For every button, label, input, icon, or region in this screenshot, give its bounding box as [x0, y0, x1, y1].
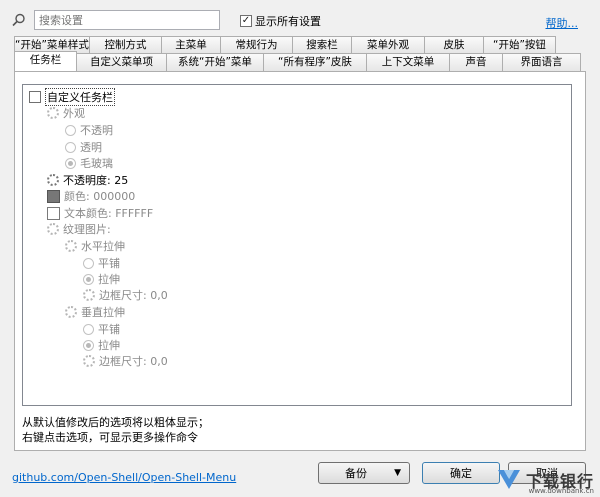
- backup-button[interactable]: 备份 ▼: [318, 462, 410, 484]
- tree-item-label: 不透明: [80, 124, 113, 137]
- gear-icon: [83, 355, 95, 367]
- tree-item-v-stretch-option[interactable]: 拉伸: [83, 337, 120, 353]
- tab-skin[interactable]: 皮肤: [424, 36, 484, 53]
- checkbox-unchecked-icon[interactable]: [29, 91, 41, 103]
- tab-customize-menu[interactable]: 自定义菜单项: [76, 53, 167, 71]
- watermark-logo-icon: [497, 470, 520, 489]
- tab-all-programs-skin[interactable]: “所有程序”皮肤: [263, 53, 367, 71]
- tree-item-appearance[interactable]: 外观: [47, 105, 85, 121]
- ok-label: 确定: [450, 467, 472, 480]
- tree-item-label: 平铺: [98, 257, 120, 270]
- color-swatch: [47, 189, 60, 203]
- tree-item-h-stretch-option[interactable]: 拉伸: [83, 271, 120, 287]
- radio-selected-icon[interactable]: [83, 339, 94, 351]
- help-link[interactable]: 帮助...: [546, 15, 579, 31]
- dropdown-arrow-icon: ▼: [394, 468, 401, 478]
- tree-item-label: 纹理图片:: [63, 223, 111, 236]
- tree-item-label: 文本颜色: FFFFFF: [64, 207, 154, 220]
- settings-tree[interactable]: 自定义任务栏 外观 不透明 透明 毛玻璃 不透明度: 25 颜色: 000000…: [22, 84, 572, 406]
- radio-selected-icon[interactable]: [83, 273, 94, 285]
- tab-main-menu[interactable]: 主菜单: [161, 36, 221, 53]
- tree-item-label: 自定义任务栏: [45, 88, 115, 106]
- tree-item-label: 边框尺寸: 0,0: [99, 355, 168, 368]
- radio-selected-icon[interactable]: [65, 157, 76, 169]
- gear-icon: [65, 306, 77, 318]
- tree-item-transparent[interactable]: 透明: [65, 139, 102, 155]
- tree-item-h-tile[interactable]: 平铺: [83, 255, 120, 271]
- radio-icon[interactable]: [83, 323, 94, 335]
- tree-item-label: 透明: [80, 141, 102, 154]
- color-swatch: [47, 206, 60, 220]
- gear-icon: [47, 174, 59, 186]
- ok-button[interactable]: 确定: [422, 462, 500, 484]
- tab-row-2: 任务栏 自定义菜单项 系统“开始”菜单 “所有程序”皮肤 上下文菜单 声音 界面…: [14, 51, 586, 71]
- hint-right-click: 右键点击选项，可显示更多操作命令: [22, 431, 198, 444]
- tab-menu-look[interactable]: 菜单外观: [351, 36, 425, 53]
- tab-sounds[interactable]: 声音: [449, 53, 503, 71]
- tree-item-v-tile[interactable]: 平铺: [83, 321, 120, 337]
- github-link[interactable]: github.com/Open-Shell/Open-Shell-Menu: [12, 471, 236, 484]
- tab-search-box[interactable]: 搜索栏: [292, 36, 352, 53]
- tree-item-opacity[interactable]: 不透明度: 25: [47, 172, 128, 188]
- tree-item-h-border[interactable]: 边框尺寸: 0,0: [83, 287, 168, 303]
- tab-language[interactable]: 界面语言: [502, 53, 581, 71]
- tree-item-opaque[interactable]: 不透明: [65, 122, 113, 138]
- tree-item-v-stretch[interactable]: 垂直拉伸: [65, 304, 125, 320]
- hint-bold-modified: 从默认值修改后的选项将以粗体显示；: [22, 416, 209, 429]
- watermark-url: www.downbank.cn: [528, 487, 594, 495]
- search-input[interactable]: [34, 10, 220, 30]
- tab-general-behavior[interactable]: 常规行为: [220, 36, 293, 53]
- tab-windows-start-menu[interactable]: 系统“开始”菜单: [166, 53, 264, 71]
- tree-item-label: 水平拉伸: [81, 240, 125, 253]
- backup-label: 备份: [345, 467, 367, 480]
- tab-taskbar[interactable]: 任务栏: [14, 51, 77, 71]
- tree-item-label: 垂直拉伸: [81, 306, 125, 319]
- tree-item-color[interactable]: 颜色: 000000: [47, 188, 135, 204]
- tree-item-custom-taskbar[interactable]: 自定义任务栏: [29, 88, 115, 106]
- checkbox-checked-icon[interactable]: ✓: [240, 15, 252, 27]
- tree-item-label: 颜色: 000000: [64, 190, 136, 203]
- tree-item-label: 拉伸: [98, 273, 120, 286]
- tree-item-text-color[interactable]: 文本颜色: FFFFFF: [47, 205, 153, 221]
- tree-item-texture[interactable]: 纹理图片:: [47, 221, 111, 237]
- tree-item-h-stretch[interactable]: 水平拉伸: [65, 238, 125, 254]
- radio-icon[interactable]: [83, 257, 94, 269]
- tree-item-label: 不透明度: 25: [63, 174, 129, 187]
- tab-context-menu[interactable]: 上下文菜单: [366, 53, 450, 71]
- tree-item-glass[interactable]: 毛玻璃: [65, 155, 113, 171]
- tree-item-label: 外观: [63, 107, 85, 120]
- radio-icon[interactable]: [65, 141, 76, 153]
- radio-icon[interactable]: [65, 124, 76, 136]
- tree-item-label: 毛玻璃: [80, 157, 113, 170]
- gear-icon: [83, 289, 95, 301]
- gear-icon: [65, 240, 77, 252]
- show-all-label: 显示所有设置: [255, 15, 321, 28]
- tree-item-label: 平铺: [98, 323, 120, 336]
- tree-item-label: 拉伸: [98, 339, 120, 352]
- gear-icon: [47, 223, 59, 235]
- tree-item-v-border[interactable]: 边框尺寸: 0,0: [83, 353, 168, 369]
- show-all-checkbox[interactable]: ✓ 显示所有设置: [240, 13, 321, 29]
- gear-icon: [47, 107, 59, 119]
- tree-item-label: 边框尺寸: 0,0: [99, 289, 168, 302]
- tab-row-1: “开始”菜单样式 控制方式 主菜单 常规行为 搜索栏 菜单外观 皮肤 “开始”按…: [14, 36, 586, 53]
- tab-start-button[interactable]: “开始”按钮: [483, 36, 556, 53]
- tab-controls[interactable]: 控制方式: [89, 36, 162, 53]
- search-icon: [12, 13, 25, 27]
